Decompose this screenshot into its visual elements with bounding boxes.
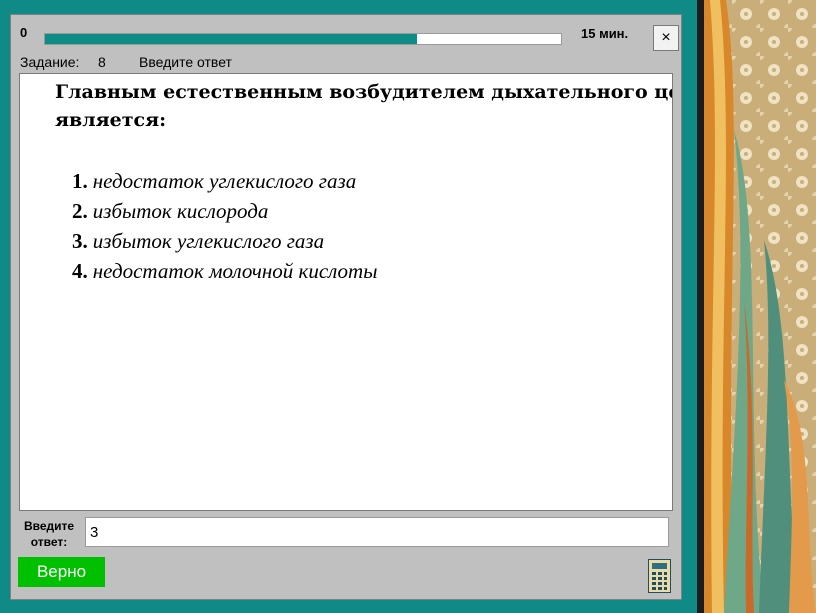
- close-button[interactable]: ×: [653, 25, 679, 51]
- task-label: Задание:: [20, 54, 80, 70]
- task-info-bar: Задание: 8 Введите ответ: [20, 54, 232, 70]
- answer-field-label: Введите ответ:: [18, 518, 80, 550]
- time-progress-fill: [45, 34, 417, 44]
- answer-number: 4.: [72, 259, 88, 283]
- answer-option: 2. избыток кислорода: [72, 196, 377, 226]
- answer-text: избыток кислорода: [92, 199, 269, 223]
- answer-text: избыток углекислого газа: [92, 229, 325, 253]
- answer-number: 2.: [72, 199, 88, 223]
- answer-text: недостаток углекислого газа: [92, 169, 357, 193]
- question-line-1: Главным естественным возбудителем дыхате…: [55, 81, 673, 103]
- result-badge: Верно: [18, 557, 105, 587]
- answer-number: 1.: [72, 169, 88, 193]
- test-window: 0 15 мин. × Задание: 8 Введите ответ Гла…: [10, 14, 682, 600]
- calculator-button[interactable]: [648, 559, 671, 593]
- answer-label-line-1: Введите: [23, 519, 75, 533]
- answer-option: 4. недостаток молочной кислоты: [72, 256, 377, 286]
- close-icon: ×: [661, 29, 671, 46]
- decorative-background-image: [704, 0, 816, 613]
- time-progress-bar: [44, 33, 562, 45]
- calculator-icon: [649, 560, 670, 592]
- answer-text: недостаток молочной кислоты: [92, 259, 378, 283]
- answer-option: 1. недостаток углекислого газа: [72, 166, 377, 196]
- question-text: Главным естественным возбудителем дыхате…: [55, 78, 673, 134]
- question-line-2: является:: [55, 109, 167, 131]
- question-panel: Главным естественным возбудителем дыхате…: [19, 73, 673, 511]
- answer-number: 3.: [72, 229, 88, 253]
- task-number: 8: [98, 54, 106, 70]
- timer-start-label: 0: [20, 25, 28, 40]
- answer-label-line-2: ответ:: [30, 535, 68, 549]
- task-mode: Введите ответ: [139, 54, 232, 70]
- answer-input[interactable]: 3: [85, 517, 669, 547]
- timer-end-label: 15 мин.: [581, 26, 629, 41]
- answer-option: 3. избыток углекислого газа: [72, 226, 377, 256]
- answer-options-list: 1. недостаток углекислого газа 2. избыток …: [72, 166, 377, 286]
